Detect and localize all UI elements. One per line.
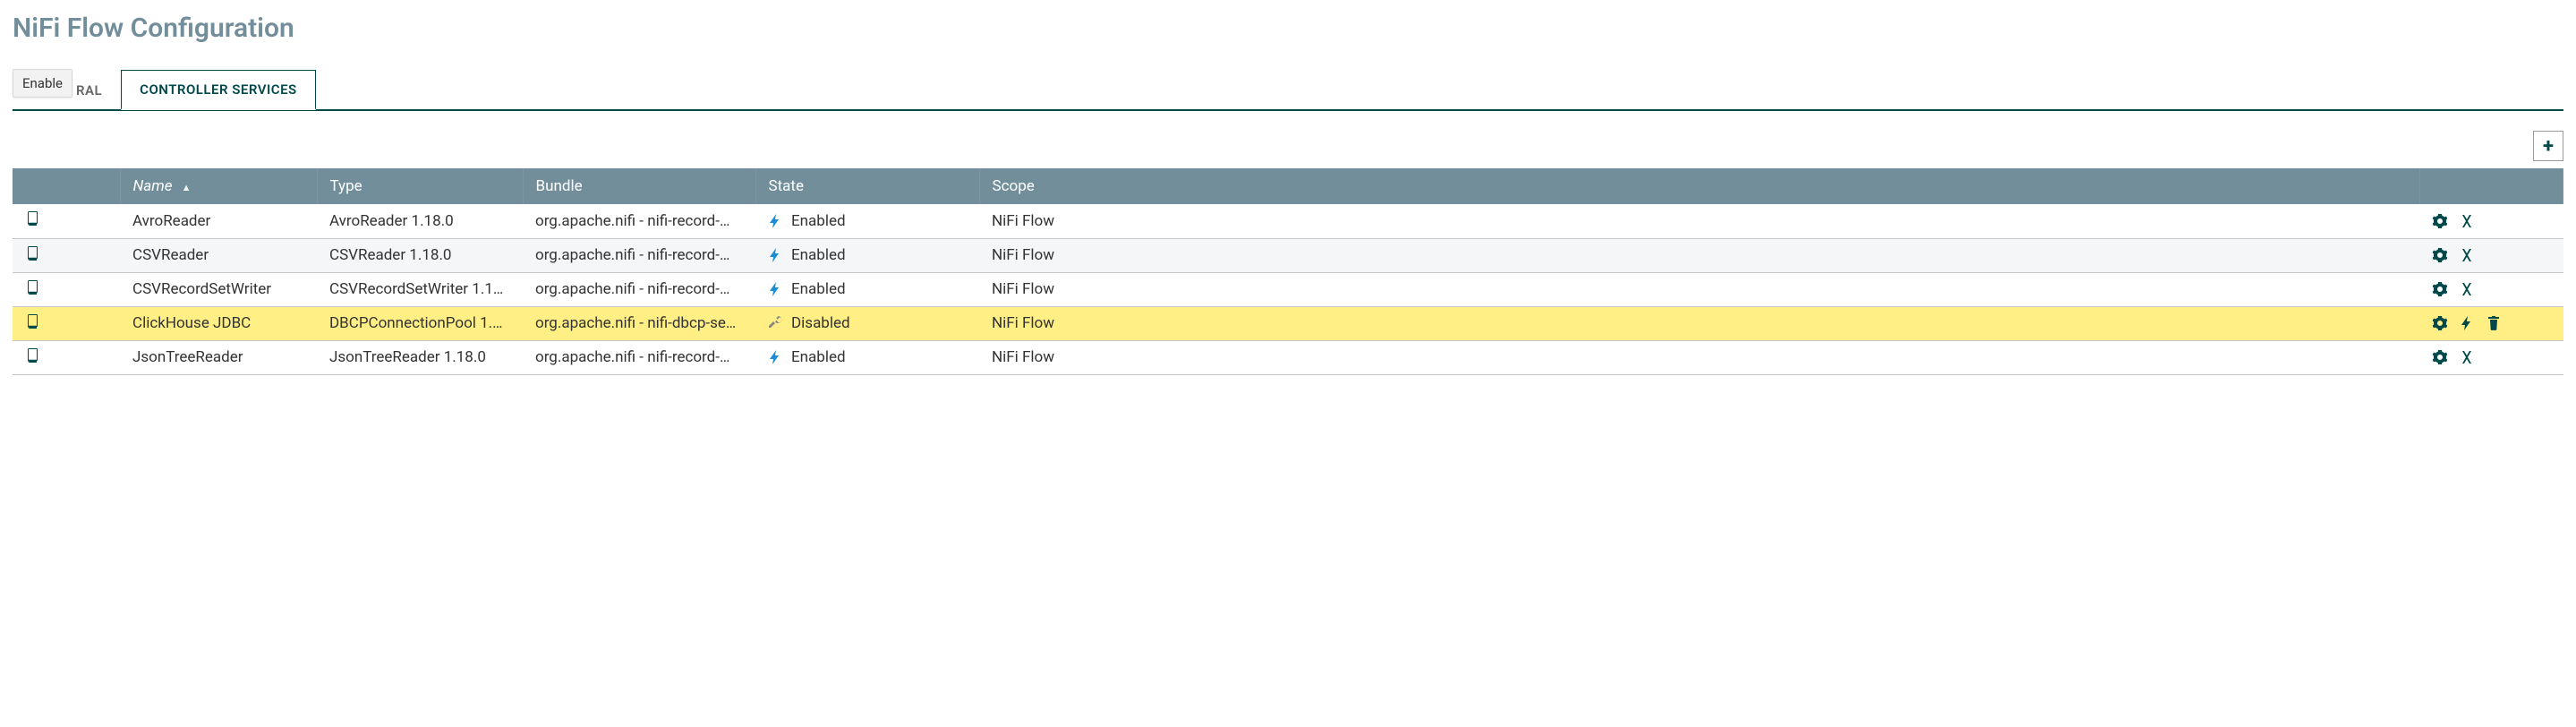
- disable-button[interactable]: [2460, 350, 2474, 364]
- book-icon[interactable]: [25, 348, 39, 363]
- configure-button[interactable]: [2433, 282, 2447, 296]
- row-actions: [2433, 316, 2551, 330]
- tools-icon: [768, 314, 782, 333]
- cell-bundle: org.apache.nifi - nifi-dbcp-se…: [523, 306, 755, 340]
- configure-button[interactable]: [2433, 316, 2447, 330]
- cell-scope[interactable]: NiFi Flow: [979, 204, 2420, 238]
- delete-button[interactable]: [2486, 316, 2501, 330]
- tabs: RAL CONTROLLER SERVICES: [13, 69, 2563, 111]
- add-controller-service-button[interactable]: +: [2533, 131, 2563, 161]
- col-header-scope[interactable]: Scope: [979, 168, 2420, 204]
- page-title: NiFi Flow Configuration: [13, 13, 2563, 44]
- col-header-bundle[interactable]: Bundle: [523, 168, 755, 204]
- row-actions: [2433, 248, 2551, 262]
- col-header-state[interactable]: State: [755, 168, 979, 204]
- table-row[interactable]: AvroReader AvroReader 1.18.0 org.apache.…: [13, 204, 2563, 238]
- row-actions: [2433, 214, 2551, 228]
- row-actions: [2433, 282, 2551, 296]
- enable-tooltip: Enable: [13, 69, 73, 98]
- table-row[interactable]: CSVRecordSetWriter CSVRecordSetWriter 1.…: [13, 272, 2563, 306]
- cell-name: CSVRecordSetWriter: [120, 272, 317, 306]
- col-header-indicator: [13, 168, 120, 204]
- bolt-icon: [768, 248, 782, 262]
- table-row[interactable]: CSVReader CSVReader 1.18.0 org.apache.ni…: [13, 238, 2563, 272]
- disable-button[interactable]: [2460, 248, 2474, 262]
- cell-name: CSVReader: [120, 238, 317, 272]
- cell-bundle: org.apache.nifi - nifi-record-…: [523, 238, 755, 272]
- cell-type: AvroReader 1.18.0: [317, 204, 523, 238]
- cell-state: Enabled: [755, 204, 979, 238]
- tab-controller-services[interactable]: CONTROLLER SERVICES: [121, 70, 316, 110]
- row-actions: [2433, 350, 2551, 364]
- cell-name: JsonTreeReader: [120, 340, 317, 374]
- col-header-name[interactable]: Name ▲: [120, 168, 317, 204]
- sort-ascending-icon: ▲: [182, 182, 192, 193]
- cell-scope[interactable]: NiFi Flow: [979, 340, 2420, 374]
- book-icon[interactable]: [25, 211, 39, 226]
- table-row[interactable]: ClickHouse JDBC DBCPConnectionPool 1.18.…: [13, 306, 2563, 340]
- disable-button[interactable]: [2460, 282, 2474, 296]
- col-header-type[interactable]: Type: [317, 168, 523, 204]
- configure-button[interactable]: [2433, 248, 2447, 262]
- cell-name: ClickHouse JDBC: [120, 306, 317, 340]
- cell-state: Enabled: [755, 340, 979, 374]
- cell-type: JsonTreeReader 1.18.0: [317, 340, 523, 374]
- disable-button[interactable]: [2460, 214, 2474, 228]
- cell-type: CSVReader 1.18.0: [317, 238, 523, 272]
- book-icon[interactable]: [25, 280, 39, 295]
- cell-scope[interactable]: NiFi Flow: [979, 306, 2420, 340]
- cell-bundle: org.apache.nifi - nifi-record-…: [523, 340, 755, 374]
- col-header-actions: [2420, 168, 2563, 204]
- controller-services-table: Name ▲ Type Bundle State Scope AvroReade…: [13, 168, 2563, 375]
- cell-name: AvroReader: [120, 204, 317, 238]
- enable-button[interactable]: [2460, 316, 2474, 330]
- cell-state: Enabled: [755, 238, 979, 272]
- bolt-icon: [768, 282, 782, 296]
- table-row[interactable]: JsonTreeReader JsonTreeReader 1.18.0 org…: [13, 340, 2563, 374]
- cell-state: Disabled: [755, 306, 979, 340]
- configure-button[interactable]: [2433, 350, 2447, 364]
- cell-bundle: org.apache.nifi - nifi-record-…: [523, 204, 755, 238]
- book-icon[interactable]: [25, 246, 39, 261]
- bolt-icon: [768, 350, 782, 364]
- bolt-icon: [768, 214, 782, 228]
- cell-type: CSVRecordSetWriter 1.18.0: [317, 272, 523, 306]
- cell-state: Enabled: [755, 272, 979, 306]
- cell-type: DBCPConnectionPool 1.18.0: [317, 306, 523, 340]
- cell-scope[interactable]: NiFi Flow: [979, 238, 2420, 272]
- cell-bundle: org.apache.nifi - nifi-record-…: [523, 272, 755, 306]
- book-icon[interactable]: [25, 314, 39, 329]
- configure-button[interactable]: [2433, 214, 2447, 228]
- cell-scope[interactable]: NiFi Flow: [979, 272, 2420, 306]
